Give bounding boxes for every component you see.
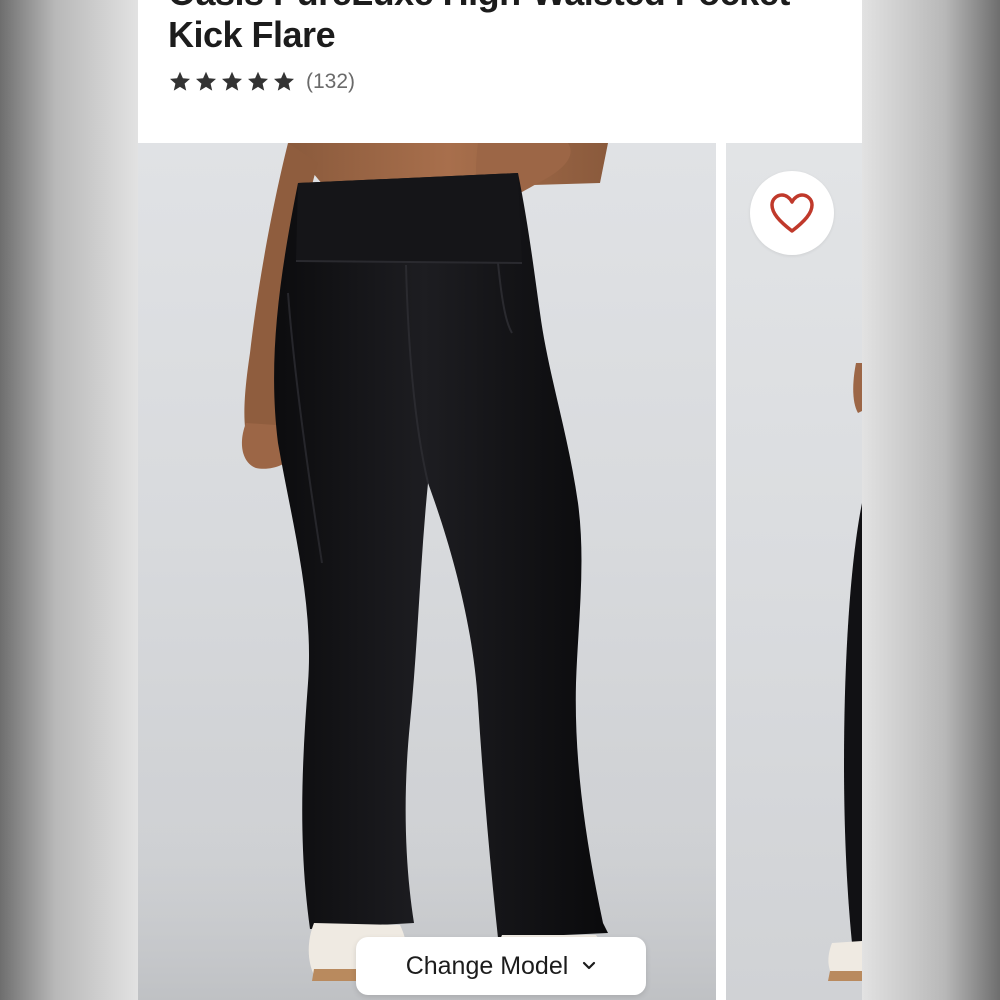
right-blurred-background [862,0,1000,1000]
product-screen: Oasis PureLuxe High-Waisted Pocket Kick … [138,0,862,1000]
model-wearing-black-flare-pants-image [138,143,716,1000]
star-icon [248,71,268,91]
rating-stars [168,70,296,94]
product-title-line-2: Kick Flare [168,14,336,55]
review-count[interactable]: (132) [306,70,355,94]
star-icon [222,71,242,91]
product-photo-next-preview[interactable] [726,143,862,1000]
product-rating[interactable]: (132) [168,68,355,96]
star-icon [274,71,294,91]
left-blurred-background [0,0,138,1000]
product-header: Oasis PureLuxe High-Waisted Pocket Kick … [138,0,862,143]
favorite-button[interactable] [750,171,834,255]
change-model-label: Change Model [405,951,569,980]
product-title-line-1: Oasis PureLuxe High-Waisted Pocket [168,0,790,14]
star-icon [170,71,190,91]
star-icon [196,71,216,91]
chevron-down-icon [583,961,596,970]
product-photo-main[interactable] [138,143,716,1000]
change-model-button[interactable]: Change Model [356,937,646,995]
product-image-gallery[interactable] [138,143,862,1000]
next-model-image [828,363,862,981]
heart-icon [770,193,814,233]
